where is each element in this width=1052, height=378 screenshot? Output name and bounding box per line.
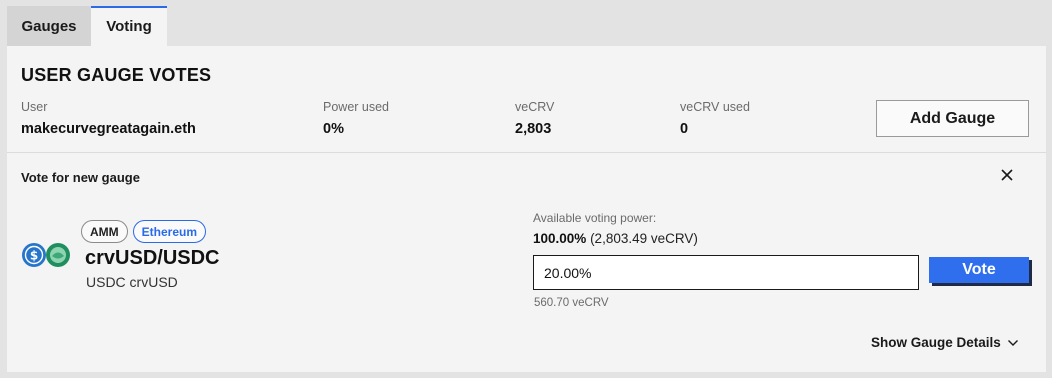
available-voting-power-label: Available voting power: xyxy=(533,211,657,225)
available-voting-power-amount: (2,803.49 veCRV) xyxy=(590,231,698,246)
stat-vecrv: veCRV 2,803 xyxy=(515,100,554,137)
stat-power-used-label: Power used xyxy=(323,100,390,114)
crvusd-coin-icon xyxy=(46,243,70,267)
stat-power-used: Power used 0% xyxy=(323,100,389,137)
svg-text:$: $ xyxy=(30,249,38,263)
tab-gauges[interactable]: Gauges xyxy=(7,6,91,46)
usdc-coin-icon: $ xyxy=(22,243,46,267)
pool-badges: AMM Ethereum xyxy=(81,220,207,243)
stat-vecrv-label: veCRV xyxy=(515,100,555,114)
close-icon[interactable] xyxy=(999,167,1015,183)
amm-badge: AMM xyxy=(81,220,128,243)
pool-coins: $ xyxy=(22,243,70,267)
page-title: USER GAUGE VOTES xyxy=(21,65,212,85)
show-gauge-details-toggle[interactable]: Show Gauge Details xyxy=(871,335,1019,350)
show-gauge-details-label: Show Gauge Details xyxy=(871,335,1001,350)
stat-power-used-value: 0% xyxy=(323,121,344,137)
tab-bar: Gauges Voting xyxy=(7,6,167,46)
vote-percentage-input[interactable] xyxy=(533,255,919,290)
tab-voting[interactable]: Voting xyxy=(91,6,167,46)
stat-vecrv-value: 2,803 xyxy=(515,121,552,137)
pool-tokens: USDC crvUSD xyxy=(86,274,178,290)
ethereum-badge: Ethereum xyxy=(132,220,207,243)
stat-user: User makecurvegreatagain.eth xyxy=(21,100,196,137)
chevron-down-icon xyxy=(1007,339,1018,346)
vote-button[interactable]: Vote xyxy=(929,257,1029,283)
available-voting-power-pct: 100.00% xyxy=(533,231,587,246)
stat-user-value: makecurvegreatagain.eth xyxy=(21,121,196,137)
divider xyxy=(7,152,1046,153)
stat-vecrv-used-label: veCRV used xyxy=(680,100,750,114)
pool-name: crvUSD/USDC xyxy=(85,247,220,269)
available-voting-power-value: 100.00% (2,803.49 veCRV) xyxy=(533,231,698,246)
vote-section-title: Vote for new gauge xyxy=(21,170,140,185)
stat-vecrv-used-value: 0 xyxy=(680,121,689,137)
stat-user-label: User xyxy=(21,100,48,114)
add-gauge-button[interactable]: Add Gauge xyxy=(876,100,1029,137)
vote-vecrv-amount: 560.70 veCRV xyxy=(534,297,609,309)
user-gauge-votes-panel: USER GAUGE VOTES User makecurvegreatagai… xyxy=(7,46,1046,372)
stat-vecrv-used: veCRV used 0 xyxy=(680,100,750,137)
